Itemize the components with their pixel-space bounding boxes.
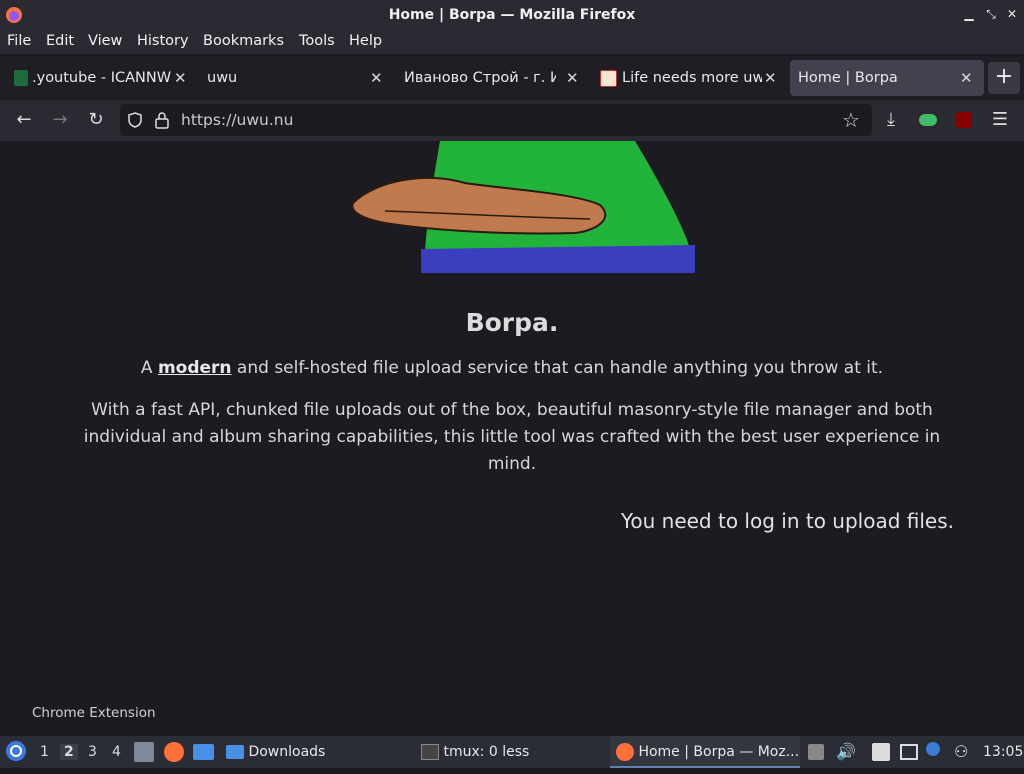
tab-close-icon[interactable]: ✕ [370, 69, 383, 87]
clipboard-icon[interactable] [872, 743, 890, 761]
tab-close-icon[interactable]: ✕ [174, 69, 187, 87]
intro-text: A [140, 358, 158, 378]
page-title: Borpa. [465, 308, 559, 337]
tab-favicon-icon [600, 70, 617, 87]
lock-icon[interactable] [154, 111, 170, 129]
scroll-indicator-icon[interactable] [808, 744, 824, 760]
menu-bookmarks[interactable]: Bookmarks [203, 33, 284, 49]
hamburger-menu-icon[interactable]: ☰ [987, 108, 1013, 132]
tab-strip: .youtube - ICANNW ✕ uwu ✕ Иваново Строй … [0, 56, 1024, 100]
tab-label: Life needs more uw [622, 70, 762, 86]
menu-history[interactable]: History [137, 33, 189, 49]
tab-ivanovo[interactable]: Иваново Строй - г. И ✕ [396, 60, 586, 96]
file-manager-icon[interactable] [134, 742, 154, 762]
tab-favicon-icon [14, 70, 28, 86]
downloads-icon[interactable]: ⤓ [878, 108, 904, 132]
close-icon[interactable]: ✕ [1005, 6, 1019, 22]
forward-button[interactable]: → [47, 108, 73, 132]
minimize-icon[interactable]: ▁ [962, 6, 976, 22]
workspace-3[interactable]: 3 [88, 744, 97, 760]
volume-icon[interactable]: 🔊 [836, 736, 856, 768]
firefox-task[interactable]: Home | Borpa — Moz... [610, 736, 800, 768]
taskbar: 1 2 3 4 Downloads tmux: 0 less Home | Bo… [0, 736, 1024, 768]
url-text[interactable]: https://uwu.nu [181, 111, 293, 129]
tmux-task-label: tmux: 0 less [443, 744, 530, 760]
workspace-2[interactable]: 2 [60, 744, 78, 760]
menu-view[interactable]: View [88, 33, 122, 49]
borpa-hero-image [351, 141, 695, 273]
new-tab-button[interactable]: + [988, 62, 1020, 94]
extension-privacy-icon[interactable] [915, 108, 941, 132]
intro-paragraph: A modern and self-hosted file upload ser… [0, 358, 1024, 378]
shield-icon[interactable] [126, 111, 144, 129]
tab-label: Home | Borpa [798, 70, 898, 86]
tab-label: .youtube - ICANNW [32, 70, 172, 86]
tab-close-icon[interactable]: ✕ [764, 69, 777, 87]
tab-life-needs[interactable]: Life needs more uw ✕ [594, 60, 784, 96]
chrome-extension-link[interactable]: Chrome Extension [32, 705, 156, 721]
workspace-4[interactable]: 4 [112, 744, 121, 760]
navigation-bar: ← → ↻ https://uwu.nu ☆ ⤓ ☰ [0, 100, 1024, 141]
start-menu-icon[interactable] [5, 740, 29, 764]
description-paragraph: With a fast API, chunked file uploads ou… [83, 400, 941, 474]
tab-label: uwu [207, 70, 238, 86]
ublock-origin-icon[interactable] [951, 108, 977, 132]
tab-youtube[interactable]: .youtube - ICANNW ✕ [4, 60, 190, 96]
firefox-icon [616, 743, 634, 761]
tab-label: Иваново Строй - г. И [404, 70, 556, 86]
tab-close-icon[interactable]: ✕ [566, 69, 579, 87]
notification-icon[interactable] [926, 742, 940, 756]
bookmark-star-icon[interactable]: ☆ [842, 108, 860, 132]
maximize-icon[interactable]: ⤡ [984, 6, 998, 22]
clock: 13:05 [983, 744, 1024, 760]
page-content: Borpa. A modern and self-hosted file upl… [0, 141, 1024, 736]
menu-file[interactable]: File [7, 33, 31, 49]
tab-close-icon[interactable]: ✕ [960, 69, 973, 87]
tab-uwu[interactable]: uwu ✕ [198, 60, 388, 96]
menu-tools[interactable]: Tools [299, 33, 335, 49]
workspace-1[interactable]: 1 [40, 744, 49, 760]
menu-bar: File Edit View History Bookmarks Tools H… [0, 30, 1024, 54]
login-message: You need to log in to upload files. [620, 509, 954, 533]
user-icon[interactable]: ⚇ [954, 736, 968, 768]
tab-home-borpa[interactable]: Home | Borpa ✕ [790, 60, 984, 96]
network-icon[interactable] [900, 744, 918, 760]
terminal-icon [421, 744, 439, 760]
back-button[interactable]: ← [11, 108, 37, 132]
menu-help[interactable]: Help [349, 33, 382, 49]
intro-text: and self-hosted file upload service that… [231, 358, 884, 378]
desktop-icon[interactable] [193, 744, 214, 760]
menu-edit[interactable]: Edit [46, 33, 74, 49]
folder-icon [226, 745, 244, 759]
downloads-task[interactable]: Downloads [226, 736, 325, 768]
address-bar[interactable]: https://uwu.nu ☆ [120, 104, 872, 136]
firefox-launcher-icon[interactable] [164, 742, 184, 762]
downloads-task-label: Downloads [248, 744, 326, 760]
reload-button[interactable]: ↻ [83, 108, 109, 132]
modern-link[interactable]: modern [158, 358, 232, 378]
window-titlebar: Home | Borpa — Mozilla Firefox ▁ ⤡ ✕ [0, 0, 1024, 30]
tmux-task[interactable]: tmux: 0 less [421, 736, 529, 768]
firefox-task-label: Home | Borpa — Moz... [638, 744, 800, 760]
window-title: Home | Borpa — Mozilla Firefox [388, 7, 636, 23]
